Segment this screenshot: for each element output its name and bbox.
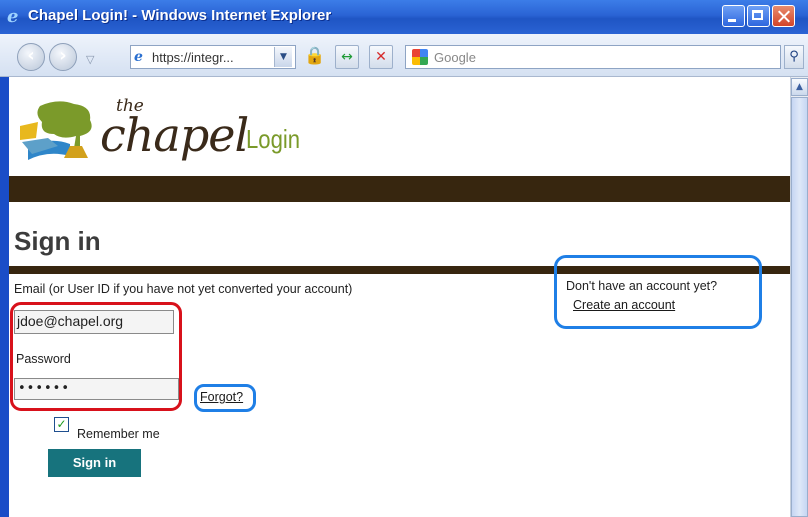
create-account-link[interactable]: Create an account [573, 298, 675, 312]
chapel-logo-icon [20, 101, 92, 160]
remember-me-checkbox[interactable]: ✓ [54, 417, 69, 432]
email-label: Email (or User ID if you have not yet co… [14, 282, 353, 296]
window-border [0, 77, 9, 517]
google-icon [412, 49, 428, 65]
ie-logo-icon: e [7, 6, 19, 27]
forgot-password-link[interactable]: Forgot? [200, 390, 243, 404]
credentials-highlight [10, 302, 182, 411]
search-placeholder[interactable]: Google [434, 50, 476, 65]
back-arrow-icon: ‹ [27, 45, 35, 66]
logo-chapel-text: chapel [100, 108, 249, 162]
minimize-button[interactable] [722, 5, 745, 27]
sign-in-button[interactable]: Sign in [48, 449, 141, 477]
search-button[interactable]: ⚲ [784, 45, 804, 69]
recent-pages-dropdown-icon[interactable]: ▽ [86, 53, 94, 66]
address-dropdown-button[interactable]: ▼ [274, 47, 292, 67]
close-window-button[interactable] [772, 5, 795, 27]
page-icon: e [134, 49, 143, 65]
scroll-up-button[interactable]: ▲ [791, 78, 808, 96]
maximize-button[interactable] [747, 5, 770, 27]
forward-arrow-icon: › [59, 45, 67, 66]
scroll-thumb[interactable] [791, 97, 808, 517]
account-question: Don't have an account yet? [566, 279, 718, 293]
back-button[interactable]: ‹ [17, 43, 45, 71]
lock-icon[interactable]: 🔒 [304, 46, 325, 66]
remember-me-label[interactable]: Remember me [77, 427, 160, 441]
window-title: Chapel Login! - Windows Internet Explore… [28, 7, 332, 24]
sign-in-heading: Sign in [14, 226, 101, 256]
stop-button[interactable]: ✕ [369, 45, 393, 69]
refresh-button[interactable]: ↔ [335, 45, 359, 69]
page-title: Login [246, 124, 301, 154]
forward-button[interactable]: › [49, 43, 77, 71]
address-text[interactable]: https://integr... [152, 50, 234, 65]
header-band [9, 176, 790, 202]
